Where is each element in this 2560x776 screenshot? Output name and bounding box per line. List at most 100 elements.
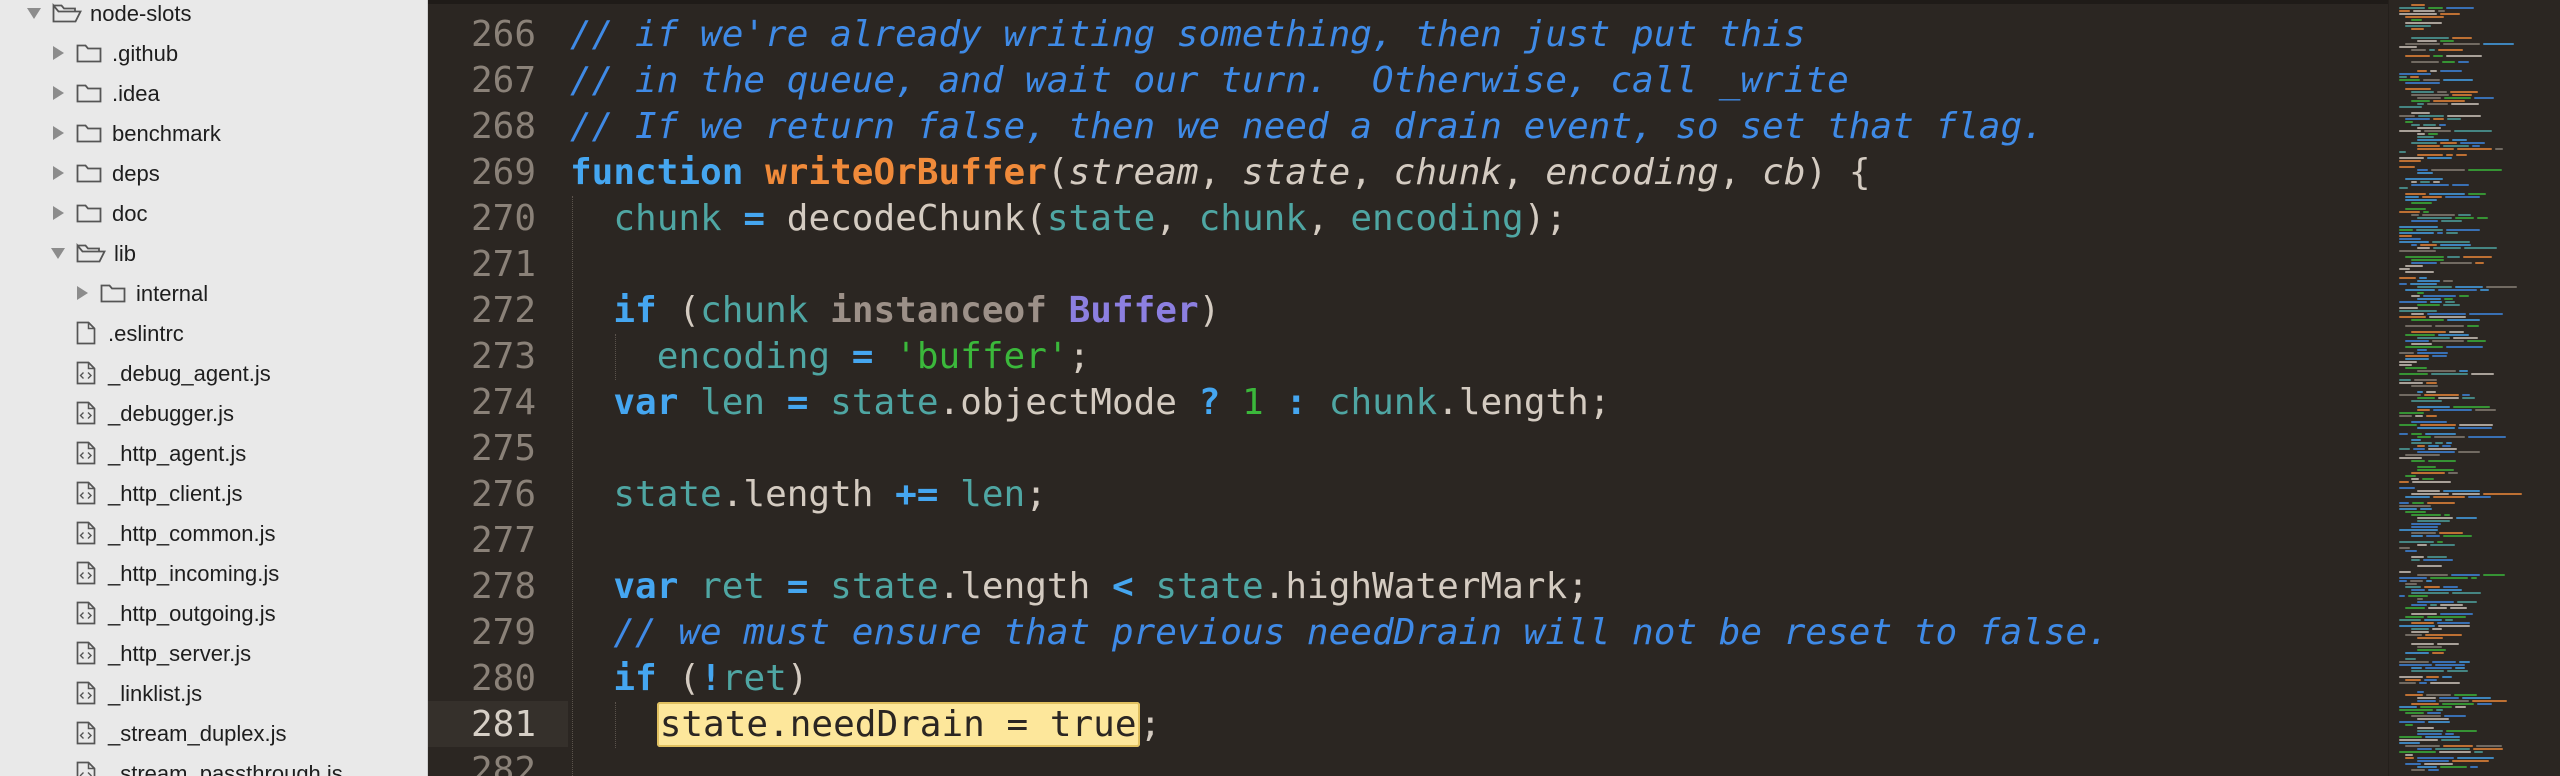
minimap-line: [2417, 637, 2443, 639]
minimap-line: [2417, 103, 2424, 105]
code-line[interactable]: // If we return false, then we need a dr…: [570, 104, 2044, 150]
tree-folder-internal[interactable]: internal: [0, 273, 427, 313]
minimap-line: [2405, 496, 2430, 498]
tree-file-http-outgoing-js[interactable]: _http_outgoing.js: [0, 593, 427, 633]
disclosure-open-icon[interactable]: [48, 243, 68, 263]
minimap-line: [2437, 643, 2459, 645]
minimap-line: [2427, 103, 2448, 105]
minimap-line: [2413, 10, 2435, 12]
tree-file-http-common-js[interactable]: _http_common.js: [0, 513, 427, 553]
minimap-line: [2411, 313, 2424, 315]
minimap-line: [2411, 343, 2432, 345]
minimap-line: [2424, 679, 2437, 681]
minimap-line: [2440, 142, 2457, 144]
minimap-line: [2411, 460, 2425, 462]
minimap-line: [2399, 352, 2414, 354]
minimap-line: [2428, 448, 2457, 450]
code-token: // we must ensure that previous needDrai…: [613, 612, 2109, 653]
tree-file-http-server-js[interactable]: _http_server.js: [0, 633, 427, 673]
code-line[interactable]: state.needDrain = true;: [570, 702, 1161, 748]
line-number-gutter: 266 267 268 269 270 271 272 273 274 275 276 277 278 2…: [428, 0, 568, 776]
disclosure-closed-icon[interactable]: [48, 163, 68, 183]
code-line[interactable]: chunk = decodeChunk(state, chunk, encodi…: [570, 196, 1567, 242]
minimap-line: [2459, 370, 2468, 372]
minimap-line: [2429, 193, 2465, 195]
minimap-line: [2411, 214, 2419, 216]
code-token: if: [613, 290, 657, 331]
minimap-line: [2444, 715, 2466, 717]
code-line[interactable]: encoding = 'buffer';: [570, 334, 1091, 380]
minimap-line: [2441, 739, 2460, 741]
code-editor[interactable]: 266 267 268 269 270 271 272 273 274 275 276 277 278 2…: [428, 0, 2388, 776]
tree-file-debug-agent-js[interactable]: _debug_agent.js: [0, 353, 427, 393]
minimap-line: [2399, 160, 2421, 162]
minimap-line: [2417, 148, 2454, 150]
open-folder-icon: [52, 1, 82, 23]
tree-file-http-incoming-js[interactable]: _http_incoming.js: [0, 553, 427, 593]
tree-folder-deps[interactable]: deps: [0, 153, 427, 193]
tree-folder-doc[interactable]: doc: [0, 193, 427, 233]
minimap-line: [2405, 43, 2440, 45]
minimap-line: [2417, 397, 2435, 399]
tree-file-http-client-js[interactable]: _http_client.js: [0, 473, 427, 513]
minimap-line: [2438, 397, 2459, 399]
tree-folder-lib[interactable]: lib: [0, 233, 427, 273]
minimap-line: [2411, 532, 2436, 534]
code-line[interactable]: if (!ret): [570, 656, 808, 702]
minimap-line: [2453, 406, 2490, 408]
tree-folder-benchmark[interactable]: benchmark: [0, 113, 427, 153]
disclosure-open-icon[interactable]: [24, 3, 44, 23]
tree-file-eslintrc[interactable]: .eslintrc: [0, 313, 427, 353]
tree-item-label: internal: [136, 281, 209, 306]
minimap-line: [2399, 277, 2416, 279]
tree-file-debugger-js[interactable]: _debugger.js: [0, 393, 427, 433]
minimap-line: [2411, 535, 2423, 537]
code-token: // in the queue, and wait our turn. Othe…: [570, 60, 1849, 101]
minimap-line: [2440, 70, 2462, 72]
minimap-line: [2435, 325, 2464, 327]
minimap-line: [2417, 169, 2428, 171]
minimap-line: [2420, 424, 2456, 426]
minimap-line: [2428, 445, 2439, 447]
code-line[interactable]: var len = state.objectMode ? 1 : chunk.l…: [570, 380, 1610, 426]
tree-file-linklist-js[interactable]: _linklist.js: [0, 673, 427, 713]
minimap-line: [2420, 244, 2437, 246]
code-line[interactable]: function writeOrBuffer(stream, state, ch…: [570, 150, 1871, 196]
code-line[interactable]: if (chunk instanceof Buffer): [570, 288, 1220, 334]
code-line[interactable]: // if we're already writing something, t…: [570, 12, 1805, 58]
tree-folder-idea[interactable]: .idea: [0, 73, 427, 113]
minimap-line: [2411, 244, 2417, 246]
tree-item-label: _http_server.js: [108, 641, 252, 666]
disclosure-closed-icon[interactable]: [48, 83, 68, 103]
code-line[interactable]: state.length += len;: [570, 472, 1047, 518]
code-line[interactable]: var ret = state.length < state.highWater…: [570, 564, 1588, 610]
minimap-line: [2417, 598, 2423, 600]
disclosure-closed-icon[interactable]: [48, 123, 68, 143]
code-token: .length: [721, 474, 896, 515]
minimap-line: [2467, 325, 2479, 327]
tree-folder-github[interactable]: .github: [0, 33, 427, 73]
tree-file-stream-duplex-js[interactable]: _stream_duplex.js: [0, 713, 427, 753]
line-number: 273: [470, 336, 536, 377]
minimap-line: [2411, 628, 2429, 630]
code-line[interactable]: // we must ensure that previous needDrai…: [570, 610, 2109, 656]
tree-file-http-agent-js[interactable]: _http_agent.js: [0, 433, 427, 473]
code-line[interactable]: // in the queue, and wait our turn. Othe…: [570, 58, 1849, 104]
minimap-line: [2417, 304, 2440, 306]
tree-file-stream-passthrough-js[interactable]: _stream_passthrough.js: [0, 753, 427, 776]
code-token: 'buffer': [895, 336, 1069, 377]
tree-folder-node-slots[interactable]: node-slots: [0, 0, 427, 33]
disclosure-closed-icon[interactable]: [48, 43, 68, 63]
code-token: =: [786, 566, 809, 607]
minimap-line: [2417, 565, 2442, 567]
disclosure-closed-icon[interactable]: [48, 203, 68, 223]
minimap-line: [2411, 19, 2422, 21]
minimap-line: [2432, 661, 2456, 663]
minimap-line: [2418, 115, 2444, 117]
minimap[interactable]: [2388, 0, 2560, 776]
code-token: stream: [1068, 152, 1199, 193]
disclosure-closed-icon[interactable]: [72, 283, 92, 303]
